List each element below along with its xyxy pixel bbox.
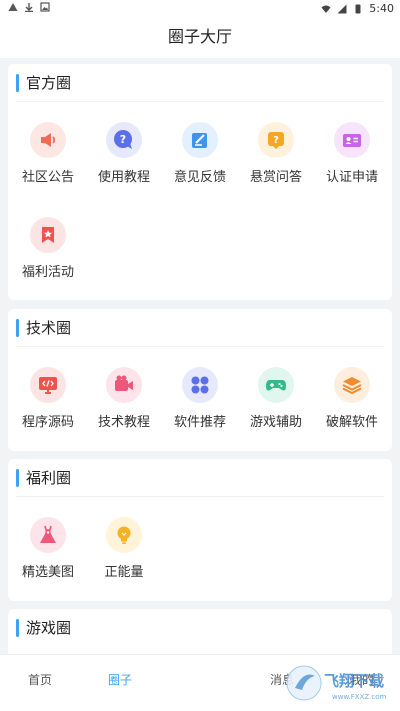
id-card-icon [334,122,370,158]
question-box-icon: ? [258,122,294,158]
circle-item-tech-tutorial[interactable]: 技术教程 [86,367,162,430]
dress-icon [30,517,66,553]
section-games: 游戏圈 [8,609,392,654]
gamepad-icon [258,367,294,403]
item-label: 精选美图 [21,565,74,580]
watermark-logo: 飞翔下载 www.FXXZ.com [286,665,387,701]
item-label: 使用教程 [97,170,150,185]
circle-item-feedback[interactable]: 意见反馈 [162,122,238,185]
circle-item-bounty-qa[interactable]: ? 悬赏问答 [238,122,314,185]
circle-item-welfare-activity[interactable]: 福利活动 [10,217,86,280]
section-accent-bar [16,319,19,337]
status-bar: 5:40 [0,0,400,18]
bottom-nav: 首页 圈子 消息 我的 飞翔下载 www.FXXZ.com [0,654,400,711]
circle-item-verification[interactable]: 认证申请 [314,122,390,185]
section-header: 技术圈 [16,309,384,347]
item-label: 社区公告 [21,170,74,185]
section-tech: 技术圈 程序源码 技术教程 软件推荐 游戏辅助 破解软件 [8,309,392,451]
megaphone-icon [30,122,66,158]
section-welfare: 福利圈 精选美图 正能量 [8,459,392,601]
apps-grid-icon [182,367,218,403]
download-icon [25,3,33,12]
item-label: 认证申请 [325,170,378,185]
star-bookmark-icon [30,217,66,253]
question-chat-icon: ? [106,122,142,158]
item-label: 软件推荐 [173,415,226,430]
svg-text:www.FXXZ.com: www.FXXZ.com [332,693,387,701]
section-accent-bar [16,74,19,92]
section-title: 官方圈 [26,74,72,92]
battery-icon [355,4,361,13]
section-official: 官方圈 社区公告 ? 使用教程 意见反馈 ? 悬赏问答 认证申请 福利活动 [8,64,392,300]
edit-note-icon [182,122,218,158]
nav-circle[interactable]: 圈子 [90,671,150,688]
status-right: 5:40 [321,2,394,15]
item-label: 悬赏问答 [249,170,302,185]
page-title: 圈子大厅 [0,18,400,58]
svg-text:飞翔下载: 飞翔下载 [324,672,384,690]
circle-item-positive-energy[interactable]: 正能量 [86,517,162,580]
circle-item-cracked-software[interactable]: 破解软件 [314,367,390,430]
section-accent-bar [16,619,19,637]
warning-icon [8,3,18,11]
item-label: 福利活动 [21,265,74,280]
circle-item-tutorial[interactable]: ? 使用教程 [86,122,162,185]
code-monitor-icon [30,367,66,403]
lightbulb-icon [106,517,142,553]
layers-icon [334,367,370,403]
section-header: 福利圈 [16,459,384,497]
section-header: 游戏圈 [16,609,384,647]
circle-item-announcement[interactable]: 社区公告 [10,122,86,185]
video-camera-icon [106,367,142,403]
circle-item-game-assist[interactable]: 游戏辅助 [238,367,314,430]
section-title: 技术圈 [26,319,72,337]
circle-list[interactable]: 官方圈 社区公告 ? 使用教程 意见反馈 ? 悬赏问答 认证申请 福利活动 技术… [0,58,400,654]
section-accent-bar [16,469,19,487]
signal-icon [337,4,347,13]
item-label: 正能量 [104,565,144,580]
section-header: 官方圈 [16,64,384,102]
circle-item-featured-pictures[interactable]: 精选美图 [10,517,86,580]
section-title: 福利圈 [26,469,72,487]
nav-home[interactable]: 首页 [10,671,70,688]
image-icon [40,2,50,12]
item-label: 游戏辅助 [249,415,302,430]
circle-item-source-code[interactable]: 程序源码 [10,367,86,430]
item-label: 技术教程 [97,415,150,430]
wifi-icon [321,5,331,13]
circle-item-software-recommend[interactable]: 软件推荐 [162,367,238,430]
section-title: 游戏圈 [26,619,72,637]
item-label: 程序源码 [21,415,74,430]
status-left [8,2,50,12]
item-label: 破解软件 [325,415,378,430]
svg-text:?: ? [120,133,126,146]
item-label: 意见反馈 [173,170,226,185]
svg-text:?: ? [273,135,279,146]
status-time: 5:40 [369,2,394,15]
